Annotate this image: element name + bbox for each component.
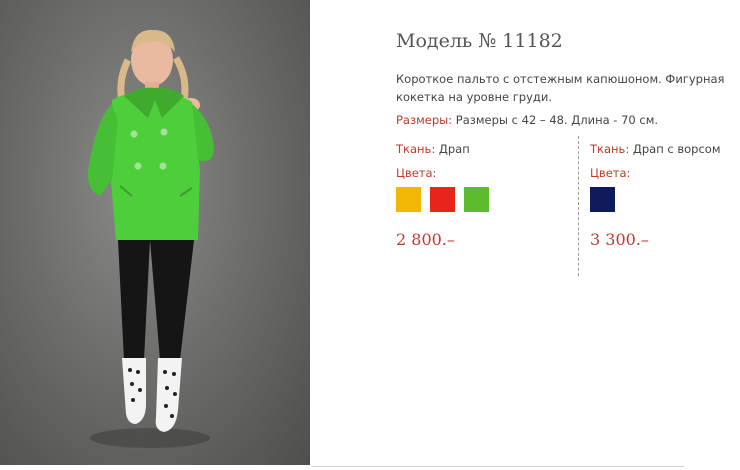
swatch-yellow[interactable] — [396, 187, 421, 212]
fabric-value: Драп с ворсом — [632, 142, 721, 156]
product-description: Короткое пальто с отстежным капюшоном. Ф… — [396, 72, 725, 104]
model-photo-illustration — [87, 29, 214, 448]
product-photo — [0, 0, 310, 465]
swatch-navy[interactable] — [590, 187, 615, 212]
variant-drap: Ткань: Драп Цвета: 2 800.– — [396, 142, 493, 249]
fabric-label: Ткань: — [590, 142, 630, 156]
color-swatches — [396, 187, 493, 213]
swatch-red[interactable] — [430, 187, 456, 212]
swatch-green[interactable] — [464, 187, 490, 212]
fabric-label: Ткань: — [396, 142, 436, 156]
fabric-line: Ткань: Драп — [396, 142, 493, 156]
product-title: Модель № 11182 — [396, 30, 563, 52]
bottom-divider — [312, 466, 684, 467]
sizes-line: Размеры: Размеры с 42 – 48. Длина - 70 с… — [396, 113, 658, 127]
price: 2 800.– — [396, 230, 455, 249]
sizes-label: Размеры: — [396, 113, 453, 127]
variant-divider — [578, 136, 579, 276]
fabric-value: Драп — [438, 142, 470, 156]
colors-label: Цвета: — [590, 166, 631, 180]
fabric-line: Ткань: Драп с ворсом — [590, 142, 721, 156]
variant-drap-pile: Ткань: Драп с ворсом Цвета: 3 300.– — [590, 142, 721, 249]
sizes-value: Размеры с 42 – 48. Длина - 70 см. — [455, 113, 659, 127]
color-swatches — [590, 187, 721, 213]
colors-label: Цвета: — [396, 166, 437, 180]
price: 3 300.– — [590, 230, 649, 249]
